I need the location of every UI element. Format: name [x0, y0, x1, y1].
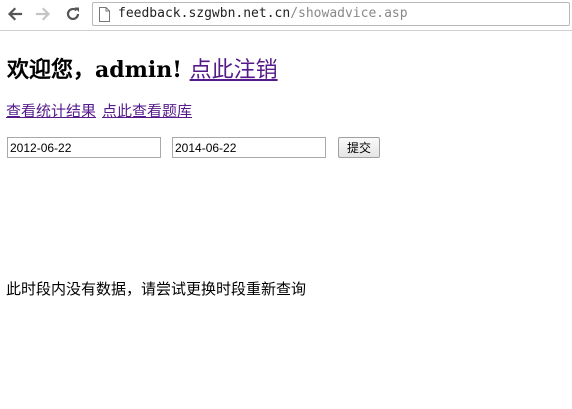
url-host: feedback.szgwbn.net.cn [118, 6, 291, 21]
forward-button[interactable] [32, 3, 54, 25]
browser-toolbar: feedback.szgwbn.net.cn/showadvice.asp [0, 0, 572, 31]
page-icon [99, 7, 110, 22]
url-path: /showadvice.asp [290, 6, 408, 21]
address-bar[interactable]: feedback.szgwbn.net.cn/showadvice.asp [92, 2, 570, 26]
logout-link[interactable]: 点此注销 [190, 58, 278, 83]
nav-links: 查看统计结果 点此查看题库 [6, 100, 192, 121]
no-data-message: 此时段内没有数据，请尝试更换时段重新查询 [6, 280, 307, 298]
stats-link[interactable]: 查看统计结果 [6, 102, 96, 120]
end-date-input[interactable] [172, 137, 326, 158]
question-bank-link[interactable]: 点此查看题库 [102, 102, 192, 120]
welcome-text: 欢迎您，admin! [7, 57, 190, 83]
back-button[interactable] [4, 3, 26, 25]
start-date-input[interactable] [7, 137, 161, 158]
url-text: feedback.szgwbn.net.cn/showadvice.asp [118, 6, 408, 21]
welcome-heading: 欢迎您，admin! 点此注销 [7, 52, 278, 84]
arrow-left-icon [7, 7, 23, 21]
submit-button[interactable]: 提交 [338, 137, 380, 158]
reload-icon [66, 7, 80, 21]
arrow-right-icon [35, 7, 51, 21]
reload-button[interactable] [62, 3, 84, 25]
